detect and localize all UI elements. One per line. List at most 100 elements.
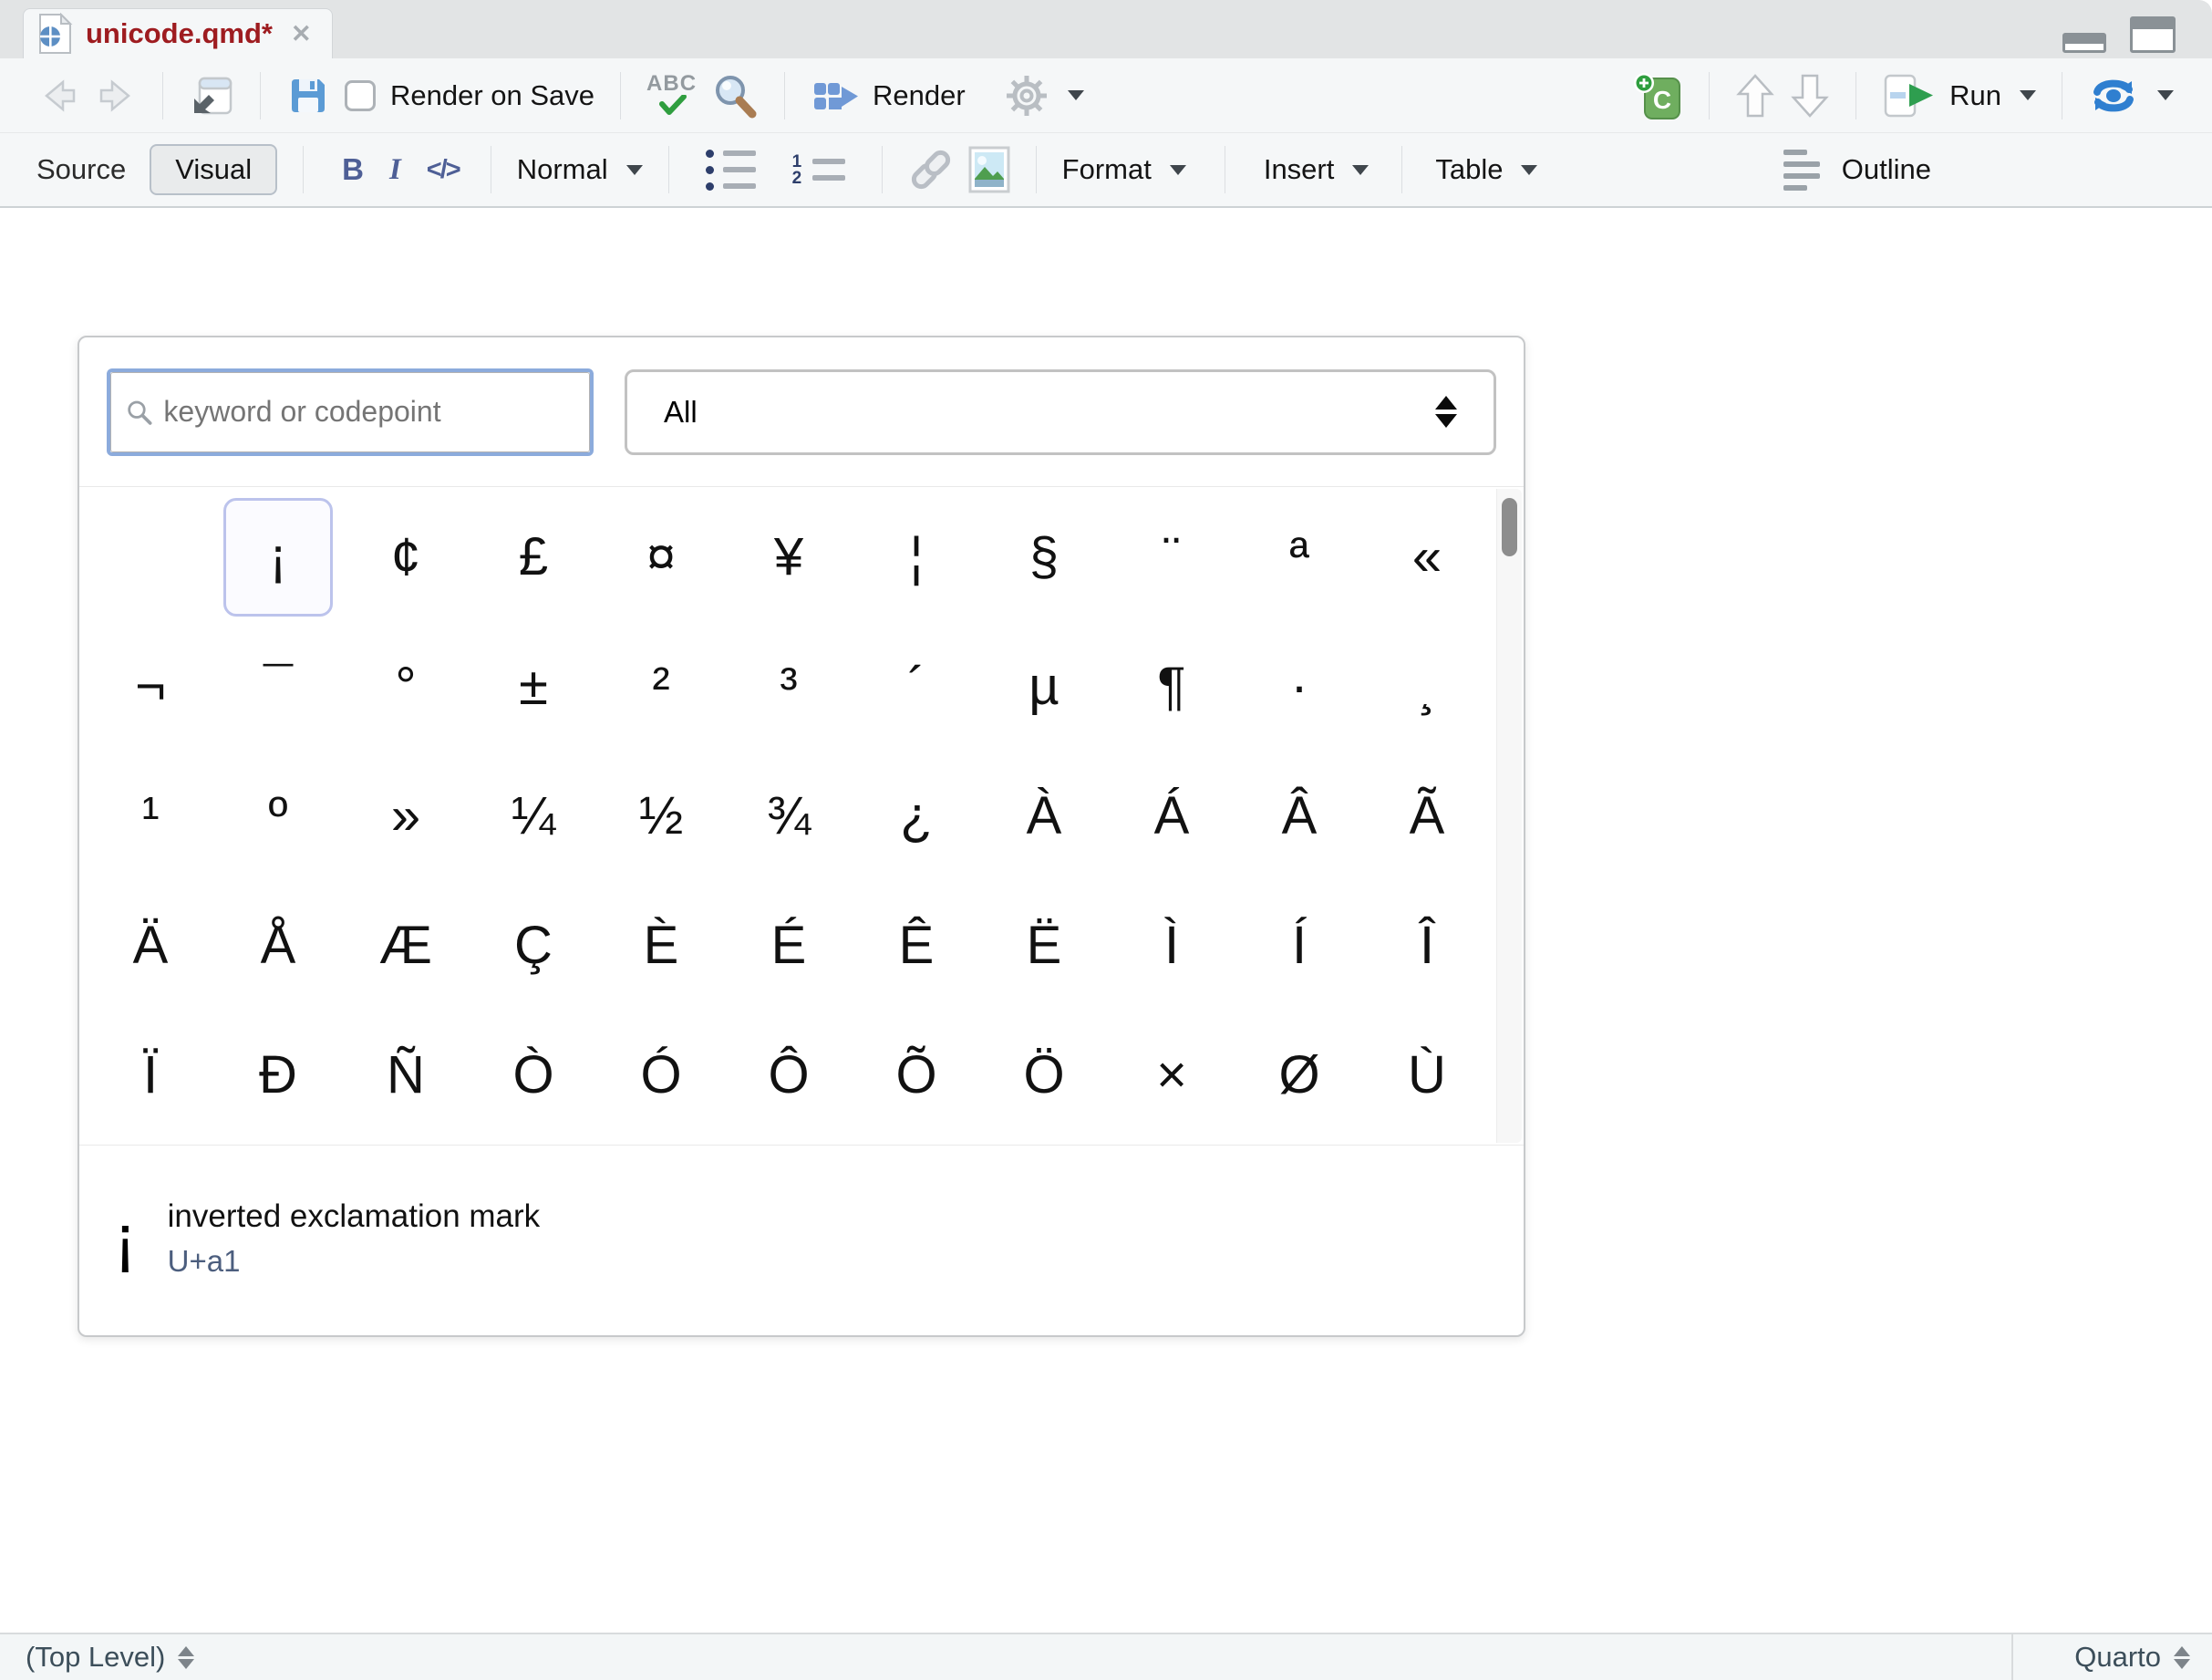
unicode-char-cell[interactable]: Ó: [606, 1015, 716, 1134]
bullet-list-button[interactable]: [687, 144, 774, 196]
unicode-char-cell[interactable]: Î: [1372, 886, 1482, 1004]
unicode-char-cell[interactable]: Ö: [989, 1015, 1099, 1134]
unicode-char-cell[interactable]: µ: [989, 627, 1099, 746]
link-button[interactable]: [901, 141, 961, 198]
unicode-char-cell[interactable]: ¤: [606, 498, 716, 617]
render-button[interactable]: Render: [803, 70, 973, 121]
unicode-char-cell[interactable]: ±: [479, 627, 588, 746]
unicode-char-cell[interactable]: Ñ: [351, 1015, 460, 1134]
unicode-char-cell[interactable]: »: [351, 756, 460, 875]
editor-tab-unicode-qmd[interactable]: unicode.qmd* ✕: [23, 8, 333, 58]
unicode-char-cell[interactable]: ³: [734, 627, 843, 746]
unicode-char-cell[interactable]: Ù: [1372, 1015, 1482, 1134]
unicode-char-cell[interactable]: ¼: [479, 756, 588, 875]
insert-chunk-button[interactable]: C: [1625, 66, 1690, 126]
unicode-char-cell[interactable]: º: [223, 756, 333, 875]
unicode-char-cell[interactable]: Á: [1117, 756, 1226, 875]
paragraph-style-dropdown[interactable]: Normal: [510, 148, 650, 192]
unicode-char-cell[interactable]: ¢: [351, 498, 460, 617]
status-bar: (Top Level) Quarto: [0, 1633, 2212, 1680]
unicode-char-cell[interactable]: Í: [1245, 886, 1354, 1004]
unicode-char-cell[interactable]: Ï: [96, 1015, 205, 1134]
unicode-char-cell[interactable]: ¬: [96, 627, 205, 746]
unicode-char-cell[interactable]: Æ: [351, 886, 460, 1004]
svg-text:C: C: [1653, 86, 1671, 114]
spellcheck-button[interactable]: ABC: [639, 71, 704, 120]
unicode-char-cell[interactable]: Ë: [989, 886, 1099, 1004]
table-menu[interactable]: Table: [1428, 148, 1545, 192]
unicode-char-cell[interactable]: ¶: [1117, 627, 1226, 746]
format-menu[interactable]: Format: [1055, 148, 1194, 192]
unicode-char-cell[interactable]: Å: [223, 886, 333, 1004]
unicode-char-cell[interactable]: ´: [862, 627, 971, 746]
unicode-char-cell[interactable]: È: [606, 886, 716, 1004]
numbered-list-button[interactable]: 1 2: [774, 152, 863, 188]
unicode-char-cell[interactable]: ½: [606, 756, 716, 875]
unicode-char-cell[interactable]: ¹: [96, 756, 205, 875]
unicode-char-cell[interactable]: ¦: [862, 498, 971, 617]
back-button[interactable]: [31, 71, 88, 120]
unicode-char-cell[interactable]: Ò: [479, 1015, 588, 1134]
unicode-char-cell[interactable]: Ø: [1245, 1015, 1354, 1134]
find-replace-button[interactable]: [704, 67, 766, 125]
unicode-char-cell[interactable]: Ð: [223, 1015, 333, 1134]
unicode-char-cell[interactable]: Ê: [862, 886, 971, 1004]
unicode-char-cell[interactable]: Ô: [734, 1015, 843, 1134]
render-options-button[interactable]: [997, 67, 1091, 124]
scrollbar[interactable]: [1496, 489, 1522, 1143]
divider: [882, 146, 883, 193]
maximize-icon[interactable]: [2130, 16, 2176, 53]
unicode-char-cell[interactable]: Â: [1245, 756, 1354, 875]
unicode-char-cell[interactable]: Ç: [479, 886, 588, 1004]
minimize-icon[interactable]: [2062, 33, 2106, 53]
unicode-char-cell[interactable]: ¸: [1372, 627, 1482, 746]
unicode-char-cell[interactable]: ×: [1117, 1015, 1226, 1134]
unicode-char-cell[interactable]: §: [989, 498, 1099, 617]
category-select[interactable]: All: [625, 369, 1496, 455]
unicode-char-cell[interactable]: Ã: [1372, 756, 1482, 875]
italic-button[interactable]: I: [377, 153, 414, 187]
save-button[interactable]: [279, 68, 337, 123]
scope-selector[interactable]: (Top Level): [26, 1641, 194, 1674]
search-field[interactable]: [107, 368, 594, 456]
search-input[interactable]: [161, 394, 574, 430]
unicode-char-cell[interactable]: ª: [1245, 498, 1354, 617]
tab-source[interactable]: Source: [36, 153, 126, 186]
editor-canvas[interactable]: All ¡¢£¤¥¦§¨ª« ¬¯°±²³´µ¶·¸ ¹º»¼½¾¿ÀÁÂÃ ÄÅÆÇ…: [0, 208, 2212, 1633]
previous-chunk-button[interactable]: [1728, 67, 1783, 125]
unicode-char-cell[interactable]: ¯: [223, 627, 333, 746]
outline-toggle[interactable]: Outline: [1776, 144, 1938, 196]
unicode-char-cell[interactable]: Ì: [1117, 886, 1226, 1004]
unicode-char-cell[interactable]: É: [734, 886, 843, 1004]
bold-button[interactable]: B: [329, 152, 377, 187]
insert-menu[interactable]: Insert: [1256, 148, 1377, 192]
unicode-char-cell[interactable]: ¾: [734, 756, 843, 875]
rstudio-window: unicode.qmd* ✕: [0, 0, 2212, 1680]
next-chunk-button[interactable]: [1783, 67, 1837, 125]
rerun-source-button[interactable]: [2081, 70, 2181, 121]
unicode-char-cell[interactable]: ¿: [862, 756, 971, 875]
unicode-char-cell[interactable]: ²: [606, 627, 716, 746]
unicode-char-cell[interactable]: £: [479, 498, 588, 617]
unicode-char-cell[interactable]: «: [1372, 498, 1482, 617]
unicode-char-cell[interactable]: Ä: [96, 886, 205, 1004]
image-button[interactable]: [961, 139, 1018, 201]
close-icon[interactable]: ✕: [291, 22, 312, 47]
unicode-char-cell[interactable]: ¡: [223, 498, 333, 617]
unicode-char-cell[interactable]: [96, 498, 205, 617]
render-on-save-toggle[interactable]: Render on Save: [337, 74, 602, 118]
document-mode-selector[interactable]: Quarto: [2013, 1641, 2212, 1674]
unicode-char-cell[interactable]: ¥: [734, 498, 843, 617]
unicode-char-cell[interactable]: À: [989, 756, 1099, 875]
open-in-new-window-button[interactable]: [181, 67, 242, 124]
run-button[interactable]: Run: [1875, 67, 2043, 125]
code-button[interactable]: </>: [414, 155, 472, 185]
unicode-char-cell[interactable]: °: [351, 627, 460, 746]
unicode-char-cell[interactable]: ¨: [1117, 498, 1226, 617]
scrollbar-thumb[interactable]: [1502, 498, 1517, 556]
render-on-save-checkbox[interactable]: [345, 80, 376, 111]
unicode-char-cell[interactable]: ·: [1245, 627, 1354, 746]
unicode-char-cell[interactable]: Õ: [862, 1015, 971, 1134]
tab-visual[interactable]: Visual: [150, 144, 277, 195]
forward-button[interactable]: [88, 71, 144, 120]
